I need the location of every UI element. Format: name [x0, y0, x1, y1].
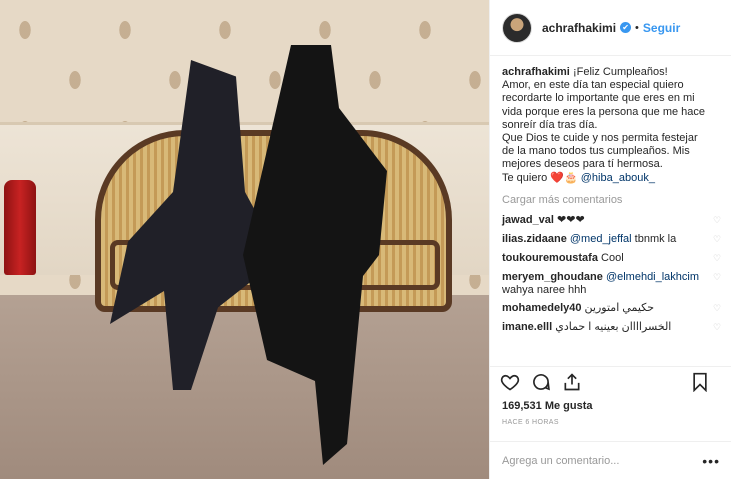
- comment-text: ilias.zidaane @med_jeffal tbnmk la: [502, 233, 707, 246]
- avatar[interactable]: [502, 12, 532, 43]
- comment-like-heart-icon[interactable]: ♡: [713, 322, 722, 332]
- photo-extinguisher: [4, 180, 36, 275]
- verified-badge-icon: ✔: [620, 22, 632, 33]
- add-comment-bar: •••: [490, 441, 731, 479]
- heart-icon[interactable]: [499, 371, 521, 393]
- comment-username[interactable]: mohamedely40: [502, 302, 581, 314]
- comment-item: mohamedely40 حكيمي امتورين ♡: [502, 300, 722, 319]
- caption-line: Te quiero ❤️🎂: [502, 171, 578, 184]
- post-photo[interactable]: [0, 0, 489, 479]
- caption-line: Que Dios te cuide y nos permita festejar: [502, 132, 698, 145]
- comment-body: ❤❤❤: [557, 213, 585, 226]
- comment-body: tbnmk la: [631, 232, 677, 245]
- comment-icon[interactable]: [530, 371, 552, 393]
- comment-body: wahya naree hhh: [502, 283, 587, 296]
- likes-count[interactable]: 169,531 Me gusta: [502, 400, 593, 412]
- comment-like-heart-icon[interactable]: ♡: [713, 272, 722, 282]
- header-separator: •: [635, 21, 639, 34]
- comment-text: mohamedely40 حكيمي امتورين: [502, 302, 707, 315]
- comment-username[interactable]: jawad_val: [502, 214, 554, 226]
- comment-like-heart-icon[interactable]: ♡: [713, 234, 722, 244]
- comment-body: حكيمي امتورين: [584, 301, 655, 314]
- caption-mention-link[interactable]: @hiba_abouk_: [581, 172, 655, 184]
- caption-username[interactable]: achrafhakimi: [502, 66, 570, 78]
- caption-line: de la mano todos tus cumpleaños. Mis: [502, 145, 690, 158]
- comment-item: ilias.zidaane @med_jeffal tbnmk la ♡: [502, 231, 722, 250]
- photo-carpet: [0, 295, 489, 479]
- caption-line: mejores deseos para tí hermosa.: [502, 158, 663, 171]
- comment-item: toukouremoustafa Cool ♡: [502, 250, 722, 269]
- caption-line: recordarte lo importante que eres en mi: [502, 92, 695, 105]
- post-header: achrafhakimi ✔ • Seguir: [490, 0, 731, 56]
- comment-body: Cool: [601, 251, 624, 264]
- load-more-comments-button[interactable]: Cargar más comentarios: [502, 194, 722, 206]
- comment-item: jawad_val ❤❤❤ ♡: [502, 212, 722, 231]
- follow-button[interactable]: Seguir: [643, 21, 680, 35]
- header-username[interactable]: achrafhakimi: [542, 21, 616, 35]
- comment-item: imane.elll الخسراااان بعينيه ا حمادي ♡: [502, 319, 722, 338]
- comment-username[interactable]: ilias.zidaane: [502, 233, 567, 245]
- post-actions-bar: [490, 366, 731, 396]
- comment-like-heart-icon[interactable]: ♡: [713, 303, 722, 313]
- comment-body: الخسراااان بعينيه ا حمادي: [555, 320, 672, 333]
- caption-first-line: achrafhakimi ¡Feliz Cumpleaños!: [502, 66, 717, 79]
- comment-mention[interactable]: @med_jeffal: [570, 233, 632, 245]
- caption-line: Amor, en este día tan especial quiero: [502, 79, 684, 92]
- bookmark-icon[interactable]: [689, 371, 711, 393]
- comment-username[interactable]: toukouremoustafa: [502, 252, 598, 264]
- caption-line: vida porque eres la persona que me hace: [502, 105, 706, 118]
- more-options-icon[interactable]: •••: [702, 453, 720, 469]
- comment-text: imane.elll الخسراااان بعينيه ا حمادي: [502, 321, 707, 334]
- caption-last-line: Te quiero ❤️🎂 @hiba_abouk_: [502, 172, 717, 185]
- caption-line: sonreír día tras día.: [502, 118, 598, 131]
- comment-like-heart-icon[interactable]: ♡: [713, 253, 722, 263]
- comment-text: toukouremoustafa Cool: [502, 252, 707, 265]
- caption-line: ¡Feliz Cumpleaños!: [572, 66, 668, 78]
- comment-input[interactable]: [502, 454, 692, 467]
- comment-username[interactable]: imane.elll: [502, 321, 552, 333]
- comment-text: jawad_val ❤❤❤: [502, 214, 707, 227]
- comment-mention[interactable]: @elmehdi_lakhcim: [606, 271, 699, 283]
- share-icon[interactable]: [561, 371, 583, 393]
- comment-text: meryem_ghoudane @elmehdi_lakhcim wahya n…: [502, 271, 707, 297]
- comment-item: meryem_ghoudane @elmehdi_lakhcim wahya n…: [502, 269, 722, 300]
- post-side-panel: achrafhakimi ✔ • Seguir achrafhakimi ¡Fe…: [489, 0, 731, 479]
- comment-like-heart-icon[interactable]: ♡: [713, 215, 722, 225]
- post-timestamp: HACE 6 HORAS: [502, 419, 559, 426]
- comments-list[interactable]: achrafhakimi ¡Feliz Cumpleaños! Amor, en…: [490, 66, 731, 366]
- post-caption: achrafhakimi ¡Feliz Cumpleaños! Amor, en…: [502, 66, 717, 185]
- comment-username[interactable]: meryem_ghoudane: [502, 271, 603, 283]
